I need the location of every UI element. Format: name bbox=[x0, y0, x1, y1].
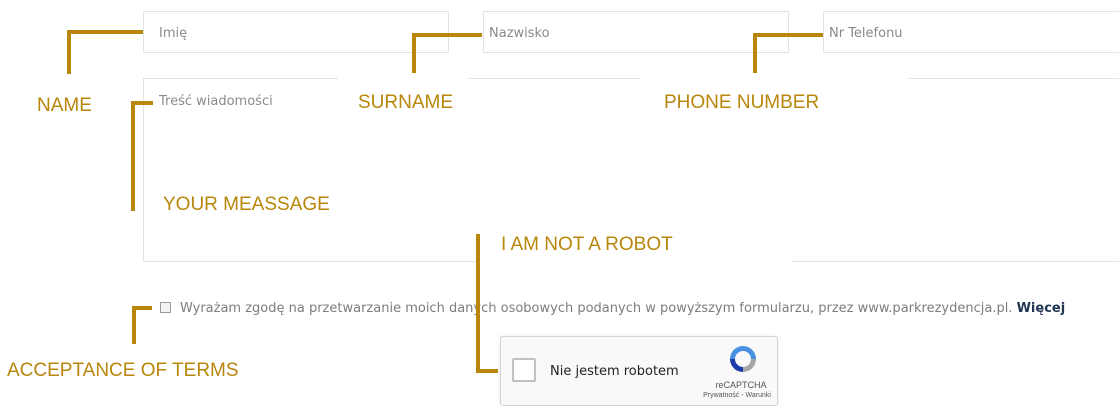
surname-placeholder: Nazwisko bbox=[489, 26, 550, 41]
annotation-line-phone bbox=[753, 33, 823, 37]
message-placeholder: Treść wiadomości bbox=[159, 94, 273, 109]
annotation-mask bbox=[640, 74, 908, 82]
recaptcha-widget: Nie jestem robotem reCAPTCHA Prywatność … bbox=[500, 336, 778, 406]
annotation-phone: PHONE NUMBER bbox=[664, 92, 820, 113]
annotation-name: NAME bbox=[37, 95, 92, 116]
annotation-line-terms bbox=[132, 306, 152, 310]
annotation-line-message bbox=[131, 101, 135, 211]
recaptcha-privacy-terms-link[interactable]: Prywatność - Warunki bbox=[697, 392, 777, 399]
annotation-line-name bbox=[67, 30, 143, 34]
annotation-line-robot bbox=[476, 234, 480, 372]
annotation-surname: SURNAME bbox=[358, 92, 454, 113]
name-input[interactable] bbox=[143, 11, 449, 53]
recaptcha-label: Nie jestem robotem bbox=[550, 364, 679, 379]
annotation-message: YOUR MEASSAGE bbox=[163, 194, 330, 215]
consent-more-link[interactable]: Więcej bbox=[1017, 301, 1066, 316]
consent-checkbox[interactable] bbox=[160, 302, 171, 313]
annotation-line-surname bbox=[412, 33, 482, 37]
phone-placeholder: Nr Telefonu bbox=[829, 26, 903, 41]
recaptcha-logo-icon bbox=[730, 346, 756, 372]
recaptcha-checkbox[interactable] bbox=[512, 358, 536, 382]
annotation-line-name bbox=[67, 30, 71, 74]
name-placeholder: Imię bbox=[159, 26, 188, 41]
annotation-line-message bbox=[131, 101, 153, 105]
annotation-line-robot bbox=[476, 369, 498, 373]
annotation-line-terms bbox=[132, 306, 136, 344]
consent-label: Wyrażam zgodę na przetwarzanie moich dan… bbox=[180, 301, 1017, 316]
annotation-robot: I AM NOT A ROBOT bbox=[501, 234, 673, 255]
recaptcha-brand: reCAPTCHA bbox=[715, 380, 767, 390]
annotation-line-surname bbox=[412, 33, 416, 73]
annotation-line-phone bbox=[753, 33, 757, 73]
consent-text: Wyrażam zgodę na przetwarzanie moich dan… bbox=[180, 301, 1065, 316]
annotation-mask bbox=[338, 74, 468, 82]
annotation-terms: ACCEPTANCE OF TERMS bbox=[7, 360, 239, 381]
